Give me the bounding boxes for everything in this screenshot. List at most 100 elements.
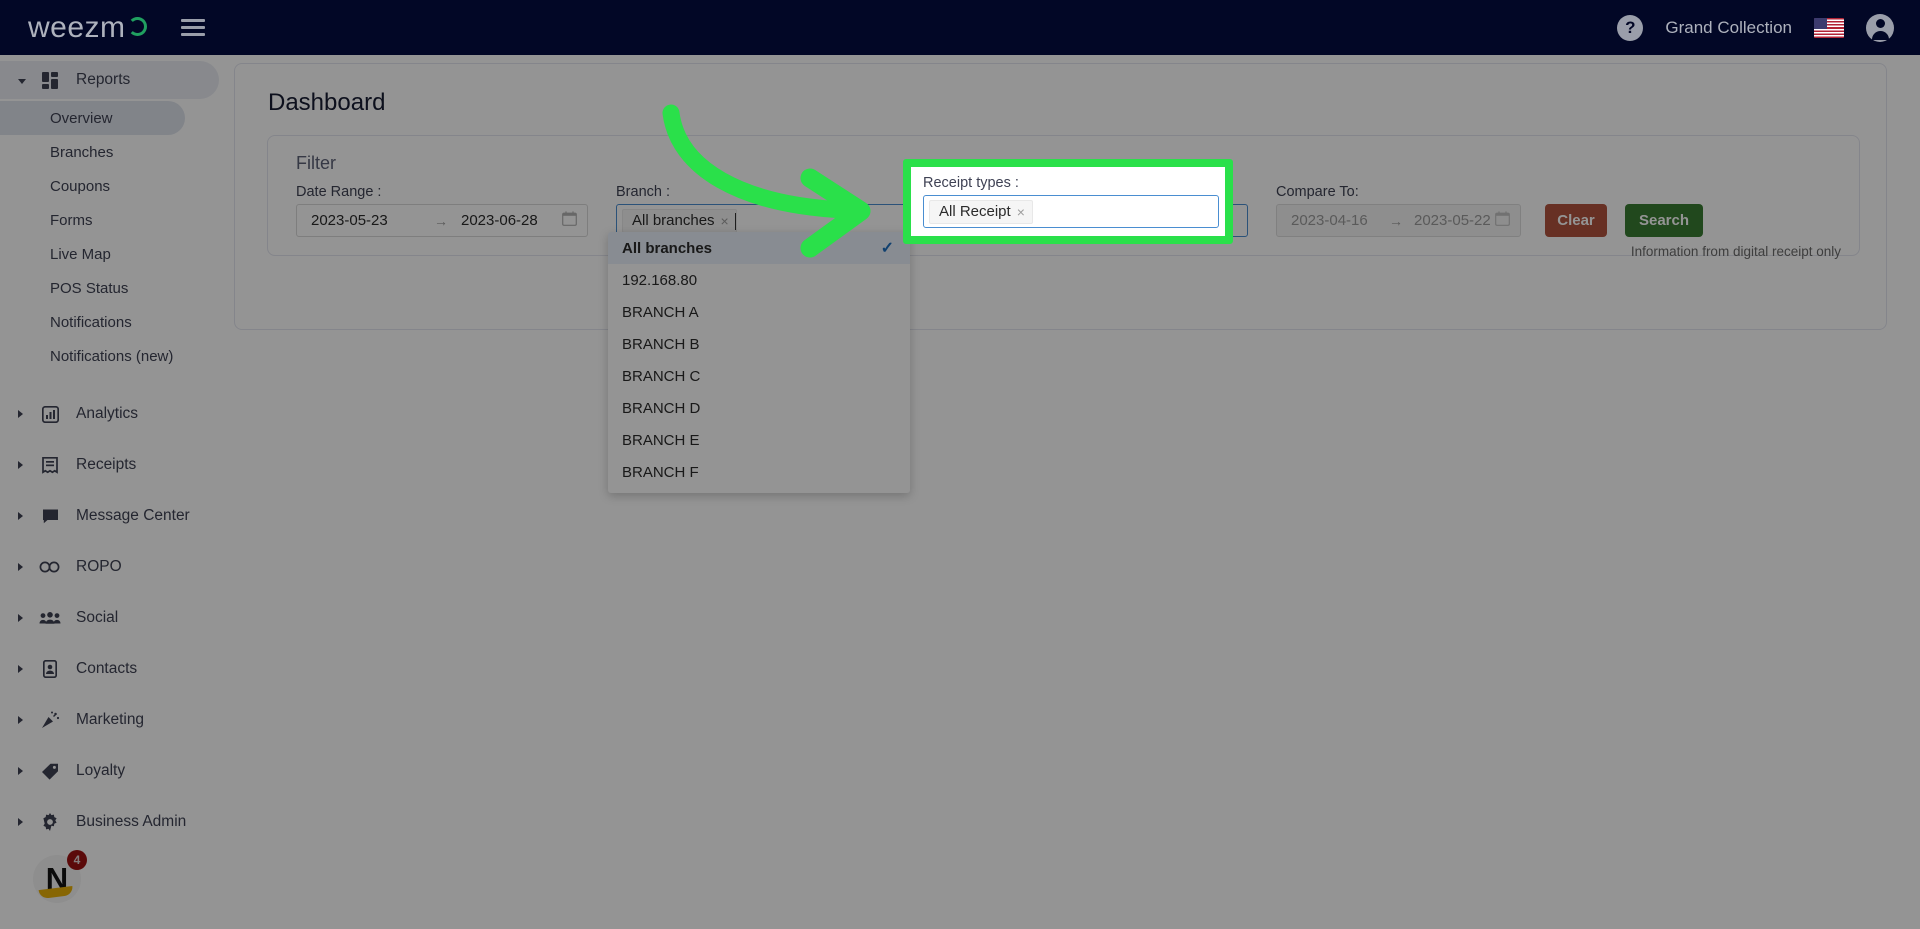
sidebar-group-analytics[interactable]: Analytics: [0, 395, 219, 433]
search-button[interactable]: Search: [1625, 204, 1703, 237]
sidebar-item-pos-status[interactable]: POS Status: [0, 271, 185, 305]
sidebar-group-marketing[interactable]: Marketing: [0, 701, 219, 739]
branch-option-branch-b[interactable]: BRANCH B: [608, 328, 910, 360]
brand-avatar[interactable]: N 4: [33, 850, 87, 903]
compare-to-label: Compare To:: [1276, 184, 1359, 200]
branch-tag-all-branches[interactable]: All branches ×: [622, 208, 737, 233]
sidebar-item-label-coupons: Coupons: [50, 177, 111, 195]
branch-option-branch-d[interactable]: BRANCH D: [608, 392, 910, 424]
branch-dropdown-menu[interactable]: All branches ✓ 192.168.80 BRANCH A BRANC…: [608, 232, 910, 493]
speech-bubble-icon: [38, 505, 62, 527]
filter-note: Information from digital receipt only: [1630, 244, 1841, 259]
sidebar-item-label-pos-status: POS Status: [50, 279, 129, 297]
branch-option-label: BRANCH F: [622, 463, 699, 481]
branch-option-192-168-80[interactable]: 192.168.80: [608, 264, 910, 296]
sidebar-group-contacts[interactable]: Contacts: [0, 650, 219, 688]
us-flag-icon[interactable]: [1814, 17, 1844, 38]
bar-chart-icon: [38, 403, 62, 425]
receipt-types-tag-remove-icon[interactable]: ×: [1017, 204, 1025, 220]
user-avatar-icon[interactable]: [1866, 13, 1894, 42]
branch-option-branch-c[interactable]: BRANCH C: [608, 360, 910, 392]
check-icon: ✓: [880, 240, 894, 257]
hamburger-menu-icon[interactable]: [180, 15, 205, 40]
branch-option-branch-f[interactable]: BRANCH F: [608, 456, 910, 488]
sidebar-item-label-branches: Branches: [50, 143, 114, 161]
app-root: weezm ? Grand Collection Reports Overvie…: [0, 0, 1920, 929]
sidebar-item-notifications-new[interactable]: Notifications (new): [0, 339, 185, 373]
sidebar-item-notifications[interactable]: Notifications: [0, 305, 185, 339]
sidebar-group-receipts[interactable]: Receipts: [0, 446, 219, 484]
sidebar-item-live-map[interactable]: Live Map: [0, 237, 185, 271]
chevron-right-icon: [18, 410, 30, 418]
page-title: Dashboard: [268, 89, 386, 116]
chevron-right-icon: [18, 716, 30, 724]
sidebar-group-label-receipts: Receipts: [76, 456, 137, 473]
people-group-icon: [38, 607, 62, 629]
chevron-right-icon: [18, 767, 30, 775]
compare-to-input[interactable]: 2023-04-16 → 2023-05-22: [1276, 204, 1521, 237]
chevron-right-icon: [18, 818, 30, 826]
chevron-right-icon: [18, 614, 30, 622]
top-bar-right: ? Grand Collection: [1617, 13, 1894, 42]
calendar-icon[interactable]: [1495, 211, 1510, 230]
sidebar-item-forms[interactable]: Forms: [0, 203, 185, 237]
sidebar-item-label-notifications-new: Notifications (new): [50, 347, 174, 365]
branch-text-caret: [735, 213, 736, 230]
branch-option-branch-e[interactable]: BRANCH E: [608, 424, 910, 456]
sidebar-group-label-social: Social: [76, 609, 119, 626]
receipt-types-tag-all-receipt[interactable]: All Receipt ×: [929, 199, 1033, 224]
sidebar-group-social[interactable]: Social: [0, 599, 219, 637]
branch-option-label: BRANCH C: [622, 367, 701, 385]
sidebar-item-label-live-map: Live Map: [50, 245, 111, 263]
sidebar-item-label-overview: Overview: [50, 109, 113, 127]
compare-to-arrow-icon: →: [1389, 212, 1403, 229]
sidebar-item-overview[interactable]: Overview: [0, 101, 185, 135]
date-range-start[interactable]: 2023-05-23: [311, 212, 388, 229]
receipt-types-highlight: Receipt types : All Receipt ×: [903, 159, 1233, 244]
branch-option-label: 192.168.80: [622, 271, 698, 289]
date-range-arrow-icon: →: [434, 212, 448, 229]
sidebar-group-label-ropo: ROPO: [76, 558, 122, 575]
sidebar-group-label-contacts: Contacts: [76, 660, 138, 677]
branch-option-label: BRANCH B: [622, 335, 700, 353]
branch-option-label: BRANCH D: [622, 399, 701, 417]
sidebar: Reports Overview Branches Coupons Forms …: [0, 55, 219, 929]
sidebar-group-reports[interactable]: Reports: [0, 61, 219, 99]
branch-option-branch-a[interactable]: BRANCH A: [608, 296, 910, 328]
branch-tag-remove-icon[interactable]: ×: [721, 213, 729, 229]
brand-logo[interactable]: weezm: [28, 11, 147, 45]
calendar-icon[interactable]: [562, 211, 577, 230]
sidebar-item-label-forms: Forms: [50, 211, 93, 229]
sidebar-group-message-center[interactable]: Message Center: [0, 497, 219, 535]
price-tag-icon: [38, 760, 62, 782]
sidebar-group-business-admin[interactable]: Business Admin: [0, 803, 219, 841]
sidebar-group-loyalty[interactable]: Loyalty: [0, 752, 219, 790]
receipt-types-label: Receipt types :: [923, 175, 1019, 191]
branch-label: Branch :: [616, 184, 670, 200]
chevron-right-icon: [18, 563, 30, 571]
top-bar: weezm ? Grand Collection: [0, 0, 1920, 55]
filter-title: Filter: [296, 153, 336, 173]
weezmo-logo-o-icon: [127, 16, 147, 36]
sidebar-group-ropo[interactable]: ROPO: [0, 548, 219, 586]
sidebar-item-branches[interactable]: Branches: [0, 135, 185, 169]
sidebar-item-coupons[interactable]: Coupons: [0, 169, 185, 203]
help-icon[interactable]: ?: [1617, 14, 1644, 41]
date-range-input[interactable]: 2023-05-23 → 2023-06-28: [296, 204, 588, 237]
chevron-right-icon: [18, 461, 30, 469]
receipt-types-tag-label: All Receipt: [939, 203, 1011, 220]
date-range-end[interactable]: 2023-06-28: [461, 212, 538, 229]
branch-option-label: All branches: [622, 239, 713, 257]
receipt-icon: [38, 454, 62, 476]
clear-button[interactable]: Clear: [1545, 204, 1607, 237]
chevron-right-icon: [18, 512, 30, 520]
receipt-types-input[interactable]: All Receipt ×: [923, 195, 1219, 228]
dashboard-grid-icon: [38, 69, 62, 91]
brand-notification-badge: 4: [67, 850, 87, 870]
branch-tag-label: All branches: [632, 212, 715, 229]
party-popper-icon: [38, 709, 62, 731]
branch-option-label: BRANCH A: [622, 303, 699, 321]
branch-option-all-branches[interactable]: All branches ✓: [608, 232, 910, 264]
account-name[interactable]: Grand Collection: [1665, 18, 1792, 38]
